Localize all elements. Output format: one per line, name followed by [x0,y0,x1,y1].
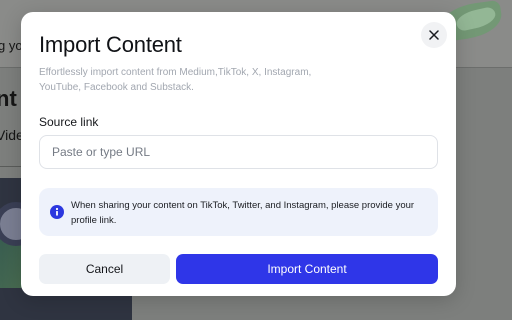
close-icon [429,30,439,40]
source-link-input[interactable] [39,135,438,169]
info-notice-text: When sharing your content on TikTok, Twi… [71,200,415,226]
source-link-label: Source link [39,115,99,129]
background-heading-fragment: nt [0,86,17,111]
import-content-button[interactable]: Import Content [176,254,438,284]
close-button[interactable] [421,22,447,48]
cancel-button[interactable]: Cancel [39,254,170,284]
info-notice: When sharing your content on TikTok, Twi… [39,188,438,236]
dialog-title: Import Content [39,32,182,57]
import-content-dialog: Import Content Effortlessly import conte… [21,12,456,296]
info-icon [50,205,64,219]
dialog-subtitle: Effortlessly import content from Medium,… [39,67,312,93]
